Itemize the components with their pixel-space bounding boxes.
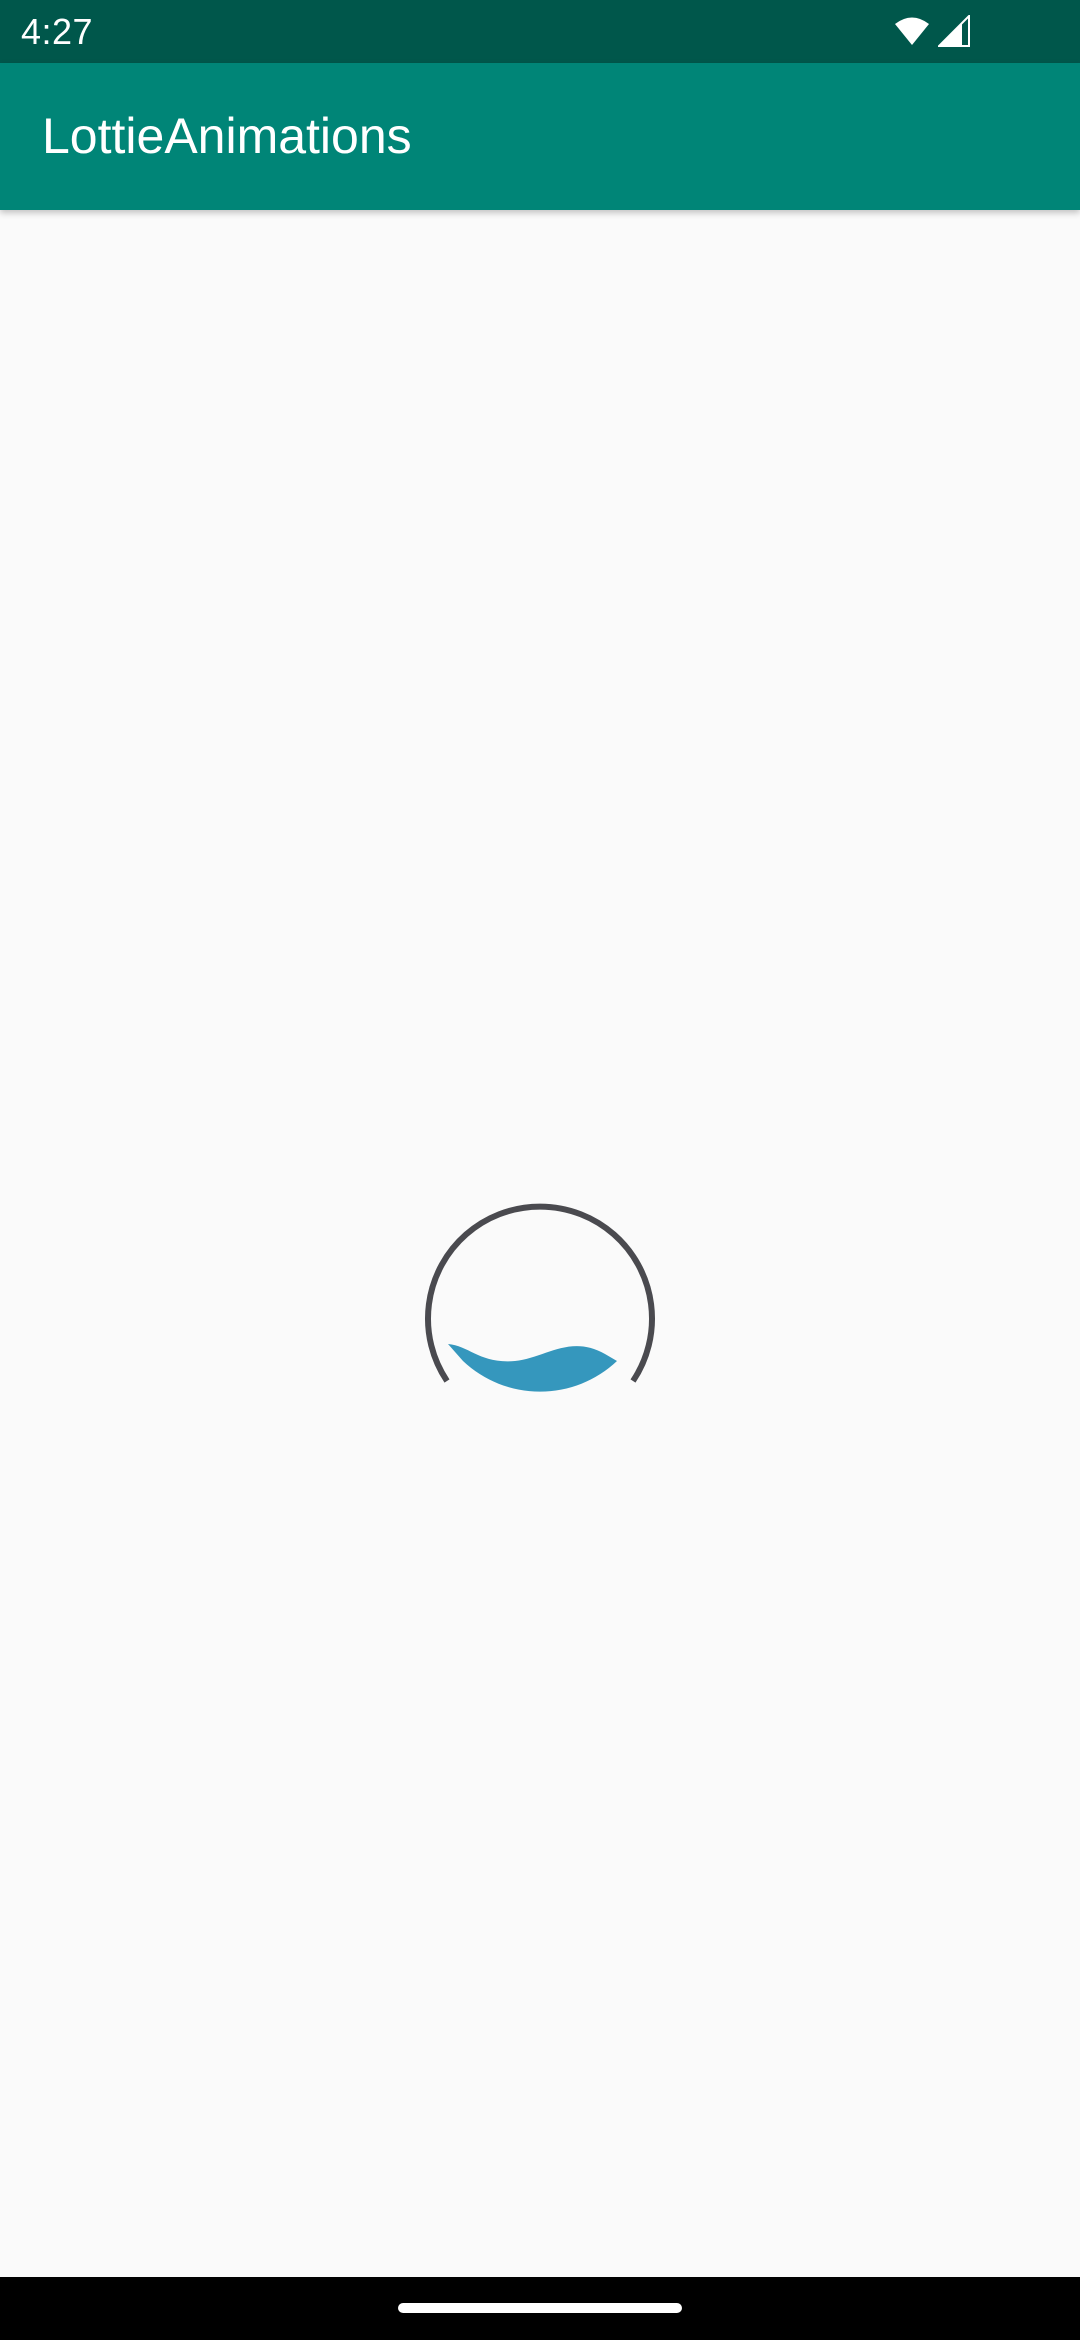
status-time: 4:27 [21,11,94,52]
app-title: LottieAnimations [42,108,412,164]
loading-animation-graphic [425,1203,655,1392]
loading-animation [420,1196,660,1436]
cellular-signal-icon [938,15,970,47]
main-content [0,210,1080,2277]
status-icons [894,14,970,48]
water-fill [448,1344,617,1392]
status-bar: 4:27 [0,0,1080,63]
wifi-icon [894,16,930,46]
navigation-bar [0,2277,1080,2340]
app-screen: 4:27 LottieAnimations [0,0,1080,2340]
app-toolbar: LottieAnimations [0,63,1080,210]
home-handle[interactable] [398,2303,682,2313]
